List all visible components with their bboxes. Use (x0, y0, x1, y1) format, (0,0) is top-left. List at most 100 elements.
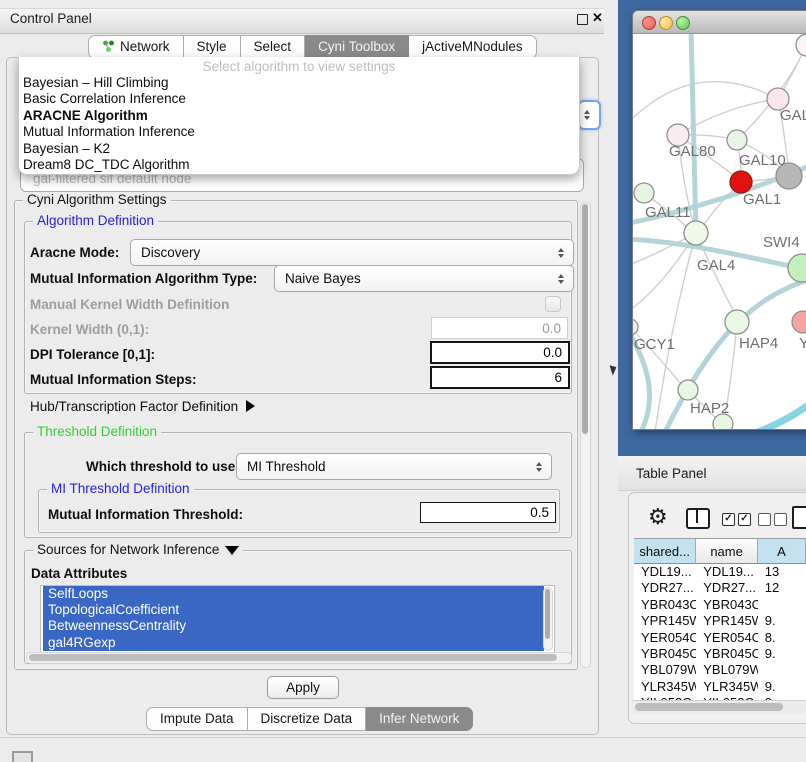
new-table-icon[interactable] (792, 506, 806, 529)
table-cell: YBR045C (696, 646, 757, 662)
kernel-width-input[interactable]: 0.0 (431, 317, 568, 339)
table-cell: 9. (758, 646, 806, 662)
data-attribute-item[interactable]: SelfLoops (43, 586, 544, 602)
network-window-titlebar[interactable] (633, 11, 806, 34)
table-settings-gear-icon[interactable]: ⚙ (648, 505, 668, 530)
algorithm-list-item[interactable]: Mutual Information Inference (19, 124, 579, 140)
select-all-columns-icon[interactable]: ✓✓ (722, 513, 751, 526)
table-column-header[interactable]: name (696, 539, 758, 564)
bottom-divider (0, 737, 806, 738)
manual-kernel-width-checkbox[interactable] (545, 296, 561, 312)
tab-cyni-toolbox[interactable]: Cyni Toolbox (305, 35, 409, 59)
table-row[interactable]: YLR345WYLR345W9. (634, 679, 806, 695)
mi-steps-input[interactable]: 6 (430, 366, 570, 389)
table-column-header[interactable]: A (758, 539, 806, 564)
column-layout-icon[interactable] (686, 508, 710, 529)
mi-threshold-input[interactable]: 0.5 (420, 502, 556, 523)
network-node[interactable] (678, 380, 698, 400)
aracne-mode-combo[interactable]: Discovery (130, 239, 574, 266)
algorithm-list-item[interactable]: Basic Correlation Inference (19, 91, 579, 107)
close-window-icon[interactable]: ✕ (592, 10, 603, 26)
dpi-tolerance-input[interactable]: 0.0 (430, 341, 570, 364)
minimize-traffic-light-icon[interactable] (659, 16, 673, 30)
hub-factor-expander[interactable]: Hub/Transcription Factor Definition (30, 399, 255, 414)
kernel-width-label: Kernel Width (0,1): (30, 322, 149, 337)
network-node[interactable] (788, 254, 806, 282)
network-edge[interactable] (683, 99, 778, 132)
table-cell: YBL079W (634, 662, 696, 678)
which-threshold-combo[interactable]: MI Threshold (236, 453, 552, 480)
network-node-label: HAP2 (690, 400, 729, 417)
tab-network[interactable]: Network (88, 35, 184, 59)
network-node[interactable] (725, 310, 749, 334)
table-header-row: shared...nameA (634, 538, 806, 564)
attributes-vertical-scrollbar[interactable] (543, 587, 553, 651)
network-node[interactable] (730, 171, 752, 193)
table-row[interactable]: YDL19...YDL19...13 (634, 564, 806, 580)
tab-impute-data[interactable]: Impute Data (146, 707, 248, 731)
algorithm-list-item[interactable]: Dream8 DC_TDC Algorithm (19, 157, 579, 173)
tab-select[interactable]: Select (241, 35, 306, 59)
algorithm-list: Bayesian – Hill ClimbingBasic Correlatio… (19, 75, 579, 173)
tab-infer-network[interactable]: Infer Network (366, 707, 473, 731)
float-window-icon[interactable] (577, 14, 588, 25)
table-column-header[interactable]: shared... (634, 539, 696, 564)
table-cell: YBR043C (696, 597, 757, 613)
network-node-label: GAL4 (697, 257, 735, 274)
table-row[interactable]: YBR043CYBR043C (634, 597, 806, 613)
data-attribute-item[interactable]: BetweennessCentrality (43, 618, 544, 634)
sources-legend[interactable]: Sources for Network Inference (33, 542, 243, 557)
network-node[interactable] (796, 34, 806, 56)
tab-jactivemnodules[interactable]: jActiveMNodules (409, 35, 537, 59)
table-row[interactable]: YBR045CYBR045C9. (634, 646, 806, 662)
table-cell: YDR27... (696, 580, 757, 596)
manual-kernel-width-label: Manual Kernel Width Definition (30, 297, 229, 312)
table-cell: YBR043C (634, 597, 696, 613)
expander-down-arrow-icon (225, 546, 239, 555)
network-node[interactable] (684, 221, 708, 245)
network-node[interactable] (727, 130, 747, 150)
zoom-traffic-light-icon[interactable] (676, 16, 690, 30)
table-cell (758, 597, 806, 613)
minimized-panel-icon[interactable] (12, 751, 33, 762)
tab-discretize-data[interactable]: Discretize Data (248, 707, 367, 731)
table-body: YDL19...YDL19...13YDR27...YDR27...12YBR0… (634, 564, 806, 712)
network-node-label: GAL11 (645, 204, 691, 221)
attributes-horizontal-scrollbar[interactable] (26, 652, 572, 664)
table-cell: YDL19... (696, 564, 757, 580)
table-row[interactable]: YER054CYER054C8. (634, 630, 806, 646)
expander-right-arrow-icon (246, 400, 255, 412)
network-node-label: GAL10 (739, 152, 786, 169)
table-cell: 8. (758, 630, 806, 646)
deselect-all-columns-icon[interactable] (758, 513, 787, 526)
table-cell: 12 (758, 580, 806, 596)
screen: GALGAL80GAL10GAL1GAL11SWI4GAL4GCY1HAP4YH… (0, 0, 806, 762)
data-attribute-item[interactable]: TopologicalCoefficient (43, 602, 544, 618)
table-row[interactable]: YPR145WYPR145W9. (634, 613, 806, 629)
tab-style[interactable]: Style (184, 35, 241, 59)
algorithm-combo-arrow-button[interactable] (578, 100, 601, 130)
algorithm-list-item[interactable]: ARACNE Algorithm (19, 108, 579, 124)
table-horizontal-scrollbar[interactable] (632, 700, 806, 713)
table-cell: YLR345W (634, 679, 696, 695)
network-node[interactable] (633, 319, 638, 335)
algorithm-list-item[interactable]: Bayesian – Hill Climbing (19, 75, 579, 91)
table-cell: YBR045C (634, 646, 696, 662)
network-canvas[interactable]: GALGAL80GAL10GAL1GAL11SWI4GAL4GCY1HAP4YH… (633, 34, 806, 429)
network-edge[interactable] (691, 34, 696, 233)
close-traffic-light-icon[interactable] (642, 16, 656, 30)
cyni-settings-legend: Cyni Algorithm Settings (23, 192, 171, 207)
algorithm-list-item[interactable]: Bayesian – K2 (19, 141, 579, 157)
table-row[interactable]: YDR27...YDR27...12 (634, 580, 806, 596)
table-cell: YLR345W (696, 679, 757, 695)
network-node-label: HAP4 (739, 335, 778, 352)
mi-algorithm-type-label: Mutual Information Algorithm Type: (30, 271, 257, 286)
table-row[interactable]: YBL079WYBL079W (634, 662, 806, 678)
network-node[interactable] (792, 311, 806, 333)
mi-algorithm-type-combo[interactable]: Naive Bayes (274, 265, 574, 292)
network-node[interactable] (634, 183, 654, 203)
data-attribute-item[interactable]: gal4RGexp (43, 635, 544, 651)
apply-button[interactable]: Apply (267, 676, 339, 699)
network-edge[interactable] (741, 394, 806, 429)
settings-vertical-scrollbar[interactable] (580, 202, 591, 668)
